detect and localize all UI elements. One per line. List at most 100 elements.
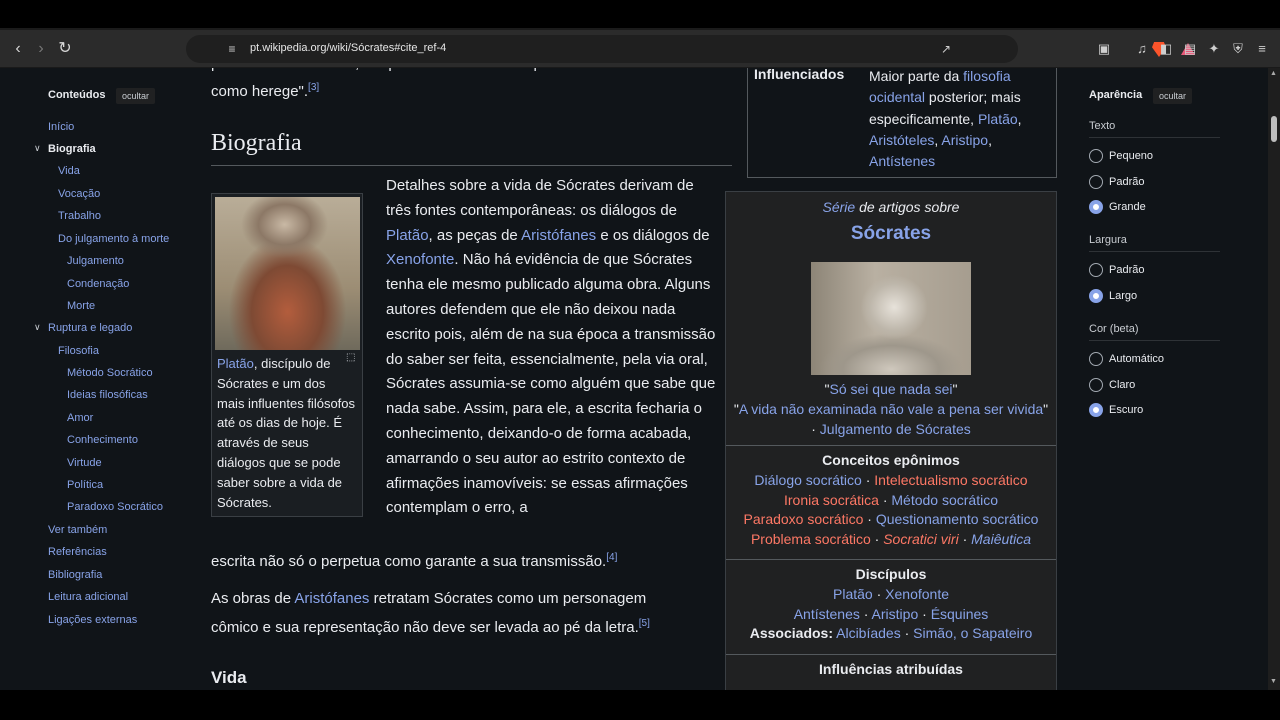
vpn-icon[interactable]: ⛨ (1229, 40, 1247, 58)
toc-item-julgamento[interactable]: Julgamento (67, 255, 124, 267)
link-dialogo[interactable]: Diálogo socrático (754, 472, 861, 488)
toc-item-inicio[interactable]: Início (48, 121, 74, 133)
link-antistenes[interactable]: Antístenes (869, 153, 935, 169)
toc-item-paradoxo[interactable]: Paradoxo Socrático (67, 501, 163, 513)
link-problema[interactable]: Problema socrático (751, 531, 871, 547)
toc-item-referencias[interactable]: Referências (48, 546, 107, 558)
radio-color-escuro[interactable]: Escuro (1089, 402, 1143, 418)
forward-icon[interactable]: › (31, 39, 51, 59)
link-paradoxo[interactable]: Paradoxo socrático (744, 511, 864, 527)
radio-text-padrao[interactable]: Padrão (1089, 174, 1144, 190)
section-heading-vida: Vida (211, 668, 247, 687)
toc-item-bibliografia[interactable]: Bibliografia (48, 569, 102, 581)
scrollbar-thumb[interactable] (1271, 116, 1277, 142)
link-socrates[interactable]: Sócrates (851, 223, 931, 244)
share-icon[interactable]: ↗ (938, 41, 954, 57)
caption-link-platao[interactable]: Platão (217, 356, 254, 371)
section-heading-biografia: Biografia (211, 130, 302, 156)
link-xenofonte[interactable]: Xenofonte (386, 251, 454, 268)
series-title: Sócrates (726, 224, 1056, 245)
heading-divider (211, 165, 732, 166)
citation-link[interactable]: [5] (639, 618, 650, 629)
influences-section: Influências atribuídas (819, 661, 963, 677)
article-text-line: como herege".[3] (211, 82, 320, 100)
citation-link[interactable]: [3] (308, 82, 319, 93)
toc-item-condenacao[interactable]: Condenação (67, 278, 129, 290)
radio-width-padrao[interactable]: Padrão (1089, 262, 1144, 278)
toc-item-conhecimento[interactable]: Conhecimento (67, 434, 138, 446)
toc-item-ideias[interactable]: Ideias filosóficas (67, 389, 148, 401)
toc-item-biografia[interactable]: Biografia (48, 143, 96, 155)
toc-item-virtude[interactable]: Virtude (67, 457, 102, 469)
link-simao[interactable]: Simão, o Sapateiro (913, 625, 1032, 641)
link-aristipo[interactable]: Aristipo (872, 606, 919, 622)
citation-link[interactable]: [4] (606, 552, 617, 563)
toc-item-morte[interactable]: Morte (67, 300, 95, 312)
back-icon[interactable]: ‹ (8, 39, 28, 59)
socrates-bust-image[interactable] (811, 262, 971, 375)
link-xenofonte[interactable]: Xenofonte (885, 586, 949, 602)
series-divider (726, 559, 1056, 560)
link-aristipo[interactable]: Aristipo (941, 132, 988, 148)
toc-item-ligacoes[interactable]: Ligações externas (48, 614, 137, 626)
appearance-title: Aparência (1089, 89, 1143, 101)
screenshot-icon[interactable]: ▣ (1095, 40, 1113, 58)
disciples-section: Discípulos Platão · Xenofonte Antístenes ·… (749, 566, 1033, 642)
link-serie[interactable]: Série (823, 199, 856, 215)
plato-image[interactable] (215, 197, 360, 350)
radio-text-pequeno[interactable]: Pequeno (1089, 148, 1153, 164)
link-antistenes[interactable]: Antístenes (794, 606, 860, 622)
toc-item-trabalho[interactable]: Trabalho (58, 210, 101, 222)
link-socratici-viri[interactable]: Socratici viri (883, 531, 958, 547)
toc-item-metodo[interactable]: Método Socrático (67, 367, 153, 379)
toc-item-ruptura[interactable]: Ruptura e legado (48, 322, 132, 334)
link-julgamento[interactable]: Julgamento de Sócrates (820, 421, 971, 437)
toc-item-amor[interactable]: Amor (67, 412, 93, 424)
appearance-hide-button[interactable]: ocultar (1153, 86, 1193, 104)
link-aristofanes[interactable]: Aristófanes (294, 590, 369, 607)
browser-toolbar: ‹ › ↻ ☐ ≡ pt.wikipedia.org/wiki/Sócrates… (0, 30, 1280, 68)
link-ironia[interactable]: Ironia socrática (784, 492, 879, 508)
url-text[interactable]: pt.wikipedia.org/wiki/Sócrates#cite_ref-… (250, 42, 446, 54)
link-platao[interactable]: Platão (978, 111, 1018, 127)
toc-item-ver-tambem[interactable]: Ver também (48, 524, 107, 536)
link-metodo[interactable]: Método socrático (891, 492, 998, 508)
reload-icon[interactable]: ↻ (55, 39, 75, 59)
toc-item-vocacao[interactable]: Vocação (58, 188, 100, 200)
paragraph-obras: As obras de Aristófanes retratam Sócrate… (211, 590, 650, 636)
leo-icon[interactable]: ✦ (1205, 40, 1223, 58)
chevron-down-icon[interactable]: ∨ (34, 143, 41, 154)
link-maieutica[interactable]: Maiêutica (971, 531, 1031, 547)
link-intelectualismo[interactable]: Intelectualismo socrático (874, 472, 1027, 488)
window-top-bar (0, 0, 1280, 30)
link-platao[interactable]: Platão (386, 227, 429, 244)
link-platao[interactable]: Platão (833, 586, 873, 602)
sidebar-icon[interactable]: ◧ (1157, 40, 1175, 58)
radio-color-automatico[interactable]: Automático (1089, 351, 1164, 367)
scroll-up-icon[interactable]: ▲ (1270, 70, 1277, 77)
link-alcibiades[interactable]: Alcibíades (836, 625, 901, 641)
media-icon[interactable]: ♫ (1133, 40, 1151, 58)
radio-width-largo[interactable]: Largo (1089, 288, 1137, 304)
scroll-down-icon[interactable]: ▼ (1270, 678, 1277, 685)
link-aristoteles[interactable]: Aristóteles (869, 132, 934, 148)
wallet-icon[interactable]: ▤ (1181, 40, 1199, 58)
link-questionamento[interactable]: Questionamento socrático (876, 511, 1039, 527)
toc-hide-button[interactable]: ocultar (116, 86, 156, 104)
toc-item-filosofia[interactable]: Filosofia (58, 345, 99, 357)
radio-text-grande[interactable]: Grande (1089, 199, 1146, 215)
menu-icon[interactable]: ≡ (1253, 40, 1271, 58)
chevron-down-icon[interactable]: ∨ (34, 322, 41, 333)
link-quote-1[interactable]: Só sei que nada sei (830, 381, 953, 397)
radio-color-claro[interactable]: Claro (1089, 377, 1135, 393)
site-info-icon[interactable]: ≡ (224, 41, 240, 57)
toc-item-vida[interactable]: Vida (58, 165, 80, 177)
toc-item-julgamento-morte[interactable]: Do julgamento à morte (58, 233, 169, 245)
link-esquines[interactable]: Ésquines (931, 606, 989, 622)
toc-item-leitura[interactable]: Leitura adicional (48, 591, 128, 603)
link-quote-2[interactable]: A vida não examinada não vale a pena ser… (739, 401, 1043, 417)
toc-item-politica[interactable]: Política (67, 479, 103, 491)
address-bar[interactable]: ≡ pt.wikipedia.org/wiki/Sócrates#cite_re… (186, 35, 1195, 63)
page-scrollbar[interactable]: ▲ ▼ (1268, 68, 1280, 690)
link-aristofanes[interactable]: Aristófanes (521, 227, 596, 244)
